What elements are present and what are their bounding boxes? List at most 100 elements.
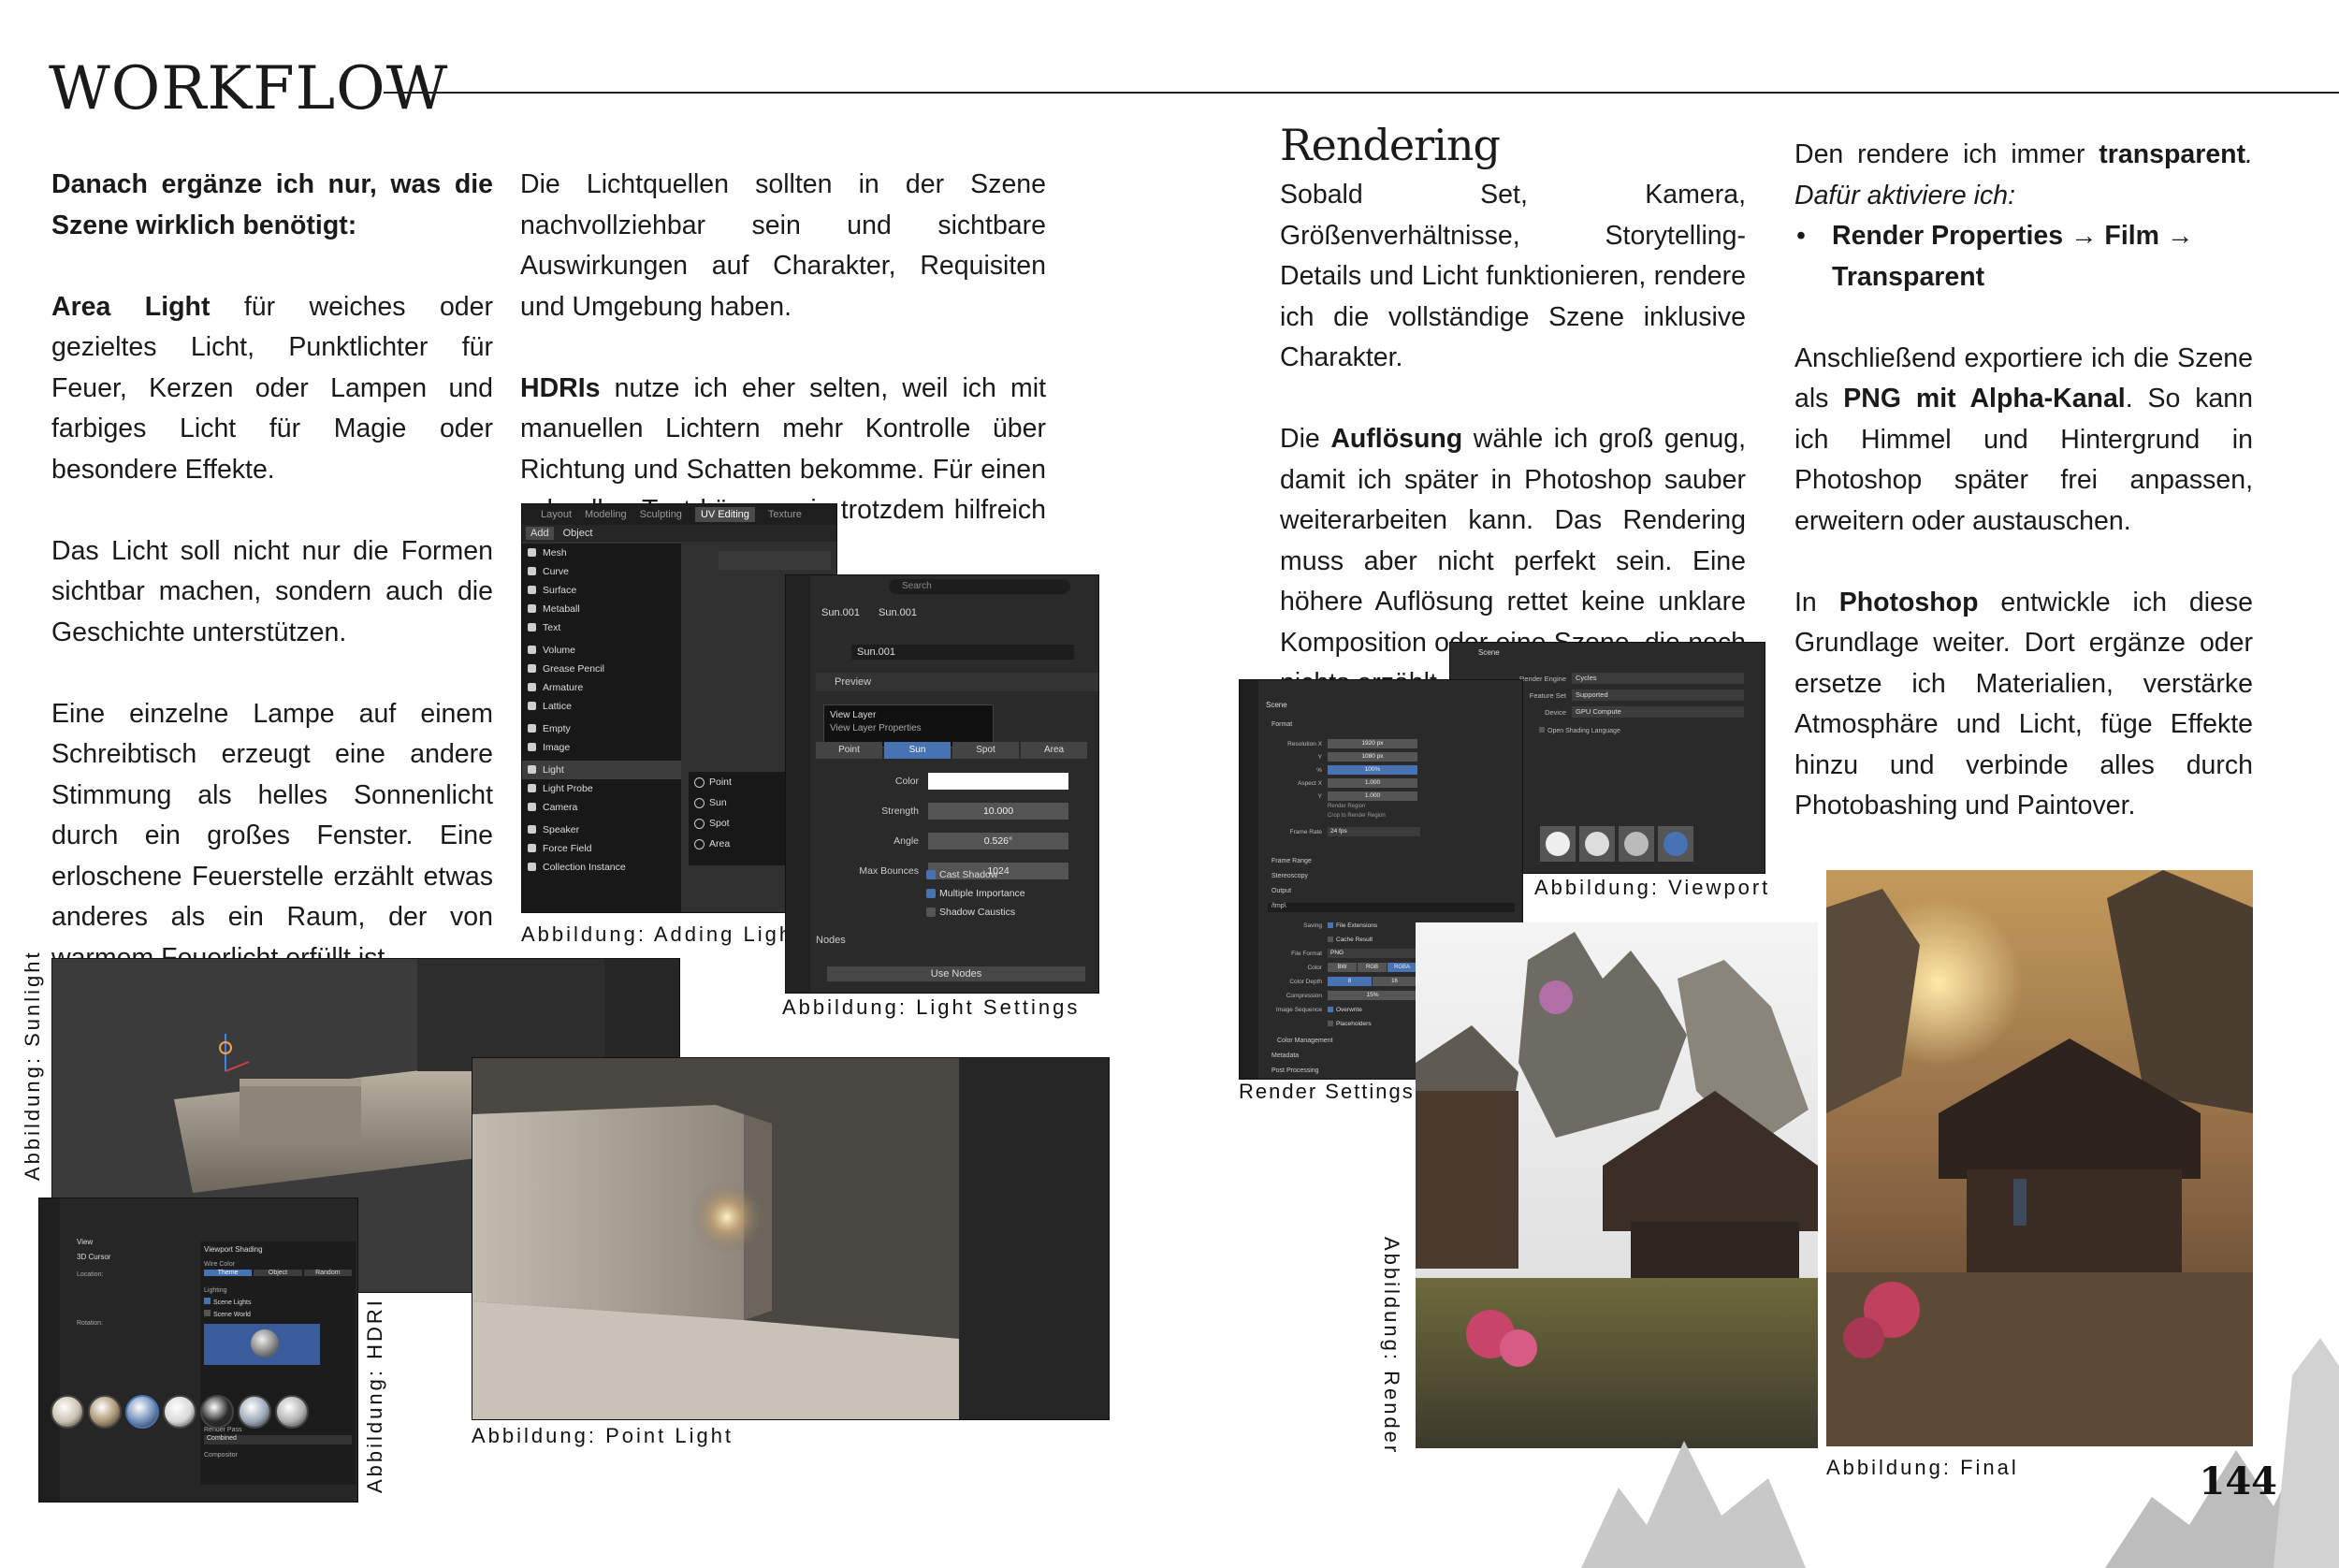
wire-object[interactable]: Object [254, 1270, 302, 1276]
add-menu-item[interactable]: Lattice [522, 697, 681, 716]
compression-slider[interactable]: 15% [1328, 991, 1417, 1000]
post-processing-panel[interactable]: Post Processing [1271, 1067, 1319, 1074]
hdri-preset-ball[interactable] [125, 1395, 159, 1429]
light-submenu-item[interactable]: Sun [689, 792, 792, 813]
output-check[interactable]: Overwrite [1328, 1007, 1362, 1013]
add-menu-item[interactable]: Curve [522, 562, 681, 581]
format-row-value[interactable]: 100% [1328, 765, 1417, 775]
search-input[interactable]: Search [889, 579, 1070, 594]
output-check[interactable]: Placeholders [1328, 1021, 1372, 1027]
format-row-value[interactable]: 1.000 [1328, 791, 1417, 801]
nodes-panel[interactable]: Nodes [816, 935, 846, 946]
output-path[interactable]: /tmp\ [1268, 903, 1515, 912]
light-check-row[interactable]: Cast Shadow [926, 865, 1085, 884]
color-depth-option[interactable]: 8 [1328, 977, 1372, 986]
color-mode-option[interactable]: RGBA [1387, 963, 1416, 972]
tab-texture[interactable]: Texture [768, 509, 802, 520]
format-row-value[interactable]: 1920 px [1328, 739, 1417, 748]
add-menu-item[interactable]: Metaball [522, 600, 681, 618]
stereoscopy-panel[interactable]: Stereoscopy [1271, 873, 1308, 879]
checkbox[interactable] [1328, 1007, 1333, 1012]
output-check-label: Placeholders [1336, 1020, 1372, 1027]
format-panel[interactable]: Format [1271, 721, 1292, 728]
add-menu-item[interactable]: Mesh [522, 544, 681, 562]
hdri-preset-ball[interactable] [200, 1395, 234, 1429]
tab-modeling[interactable]: Modeling [585, 509, 627, 520]
format-check[interactable]: Crop to Render Region [1264, 813, 1517, 822]
light-field-value[interactable]: 0.526° [928, 833, 1068, 849]
color-mode-option[interactable]: RGB [1358, 963, 1387, 972]
engine-row-value[interactable]: Supported [1572, 690, 1744, 701]
color-mode-option[interactable]: BW [1328, 963, 1357, 972]
add-menu-item[interactable]: Speaker [522, 820, 681, 839]
hdri-preset-ball[interactable] [51, 1395, 84, 1429]
add-menu-item[interactable]: Grease Pencil [522, 660, 681, 678]
hdri-preset-ball[interactable] [163, 1395, 196, 1429]
shading-mode-icon[interactable] [1619, 826, 1654, 862]
add-menu-item[interactable]: Camera [522, 798, 681, 817]
checkbox[interactable] [926, 907, 936, 917]
scene-world-check[interactable]: Scene World [200, 1308, 356, 1320]
engine-row-value[interactable]: GPU Compute [1572, 706, 1744, 718]
add-menu-item[interactable]: Volume [522, 641, 681, 660]
add-menu-item[interactable]: Collection Instance [522, 858, 681, 877]
menu-add[interactable]: Add [526, 527, 554, 540]
osl-check[interactable]: Open Shading Language [1539, 727, 1620, 734]
checkbox[interactable] [1328, 936, 1333, 942]
light-submenu-item[interactable]: Point [689, 772, 792, 792]
preview-panel[interactable]: Preview [816, 673, 1098, 691]
shading-mode-icon[interactable] [1658, 826, 1693, 862]
type-area[interactable]: Area [1021, 742, 1087, 759]
tab-sculpting[interactable]: Sculpting [640, 509, 682, 520]
add-menu-item[interactable]: Empty [522, 719, 681, 738]
color-depth-option[interactable]: 16 [1373, 977, 1416, 986]
scene-lights-check[interactable]: Scene Lights [200, 1296, 356, 1308]
output-check[interactable]: File Extensions [1328, 922, 1377, 929]
metadata-panel[interactable]: Metadata [1271, 1053, 1299, 1059]
png-term: PNG mit Alpha-Kanal [1843, 384, 2126, 414]
light-field-value[interactable] [928, 773, 1068, 790]
wire-theme[interactable]: Theme [204, 1270, 253, 1276]
type-sun[interactable]: Sun [884, 742, 951, 759]
checkbox[interactable] [1328, 1021, 1333, 1026]
output-check[interactable]: Cache Result [1328, 936, 1373, 943]
light-submenu-item[interactable]: Area [689, 834, 792, 854]
add-menu-item[interactable]: Text [522, 618, 681, 637]
menu-object[interactable]: Object [563, 528, 593, 539]
engine-row-value[interactable]: Cycles [1572, 673, 1744, 684]
checkbox[interactable] [1328, 922, 1333, 928]
hdri-preset-ball[interactable] [88, 1395, 122, 1429]
format-row-value[interactable]: 1080 px [1328, 752, 1417, 762]
format-check[interactable]: Render Region [1264, 804, 1517, 813]
use-nodes-button[interactable]: Use Nodes [827, 966, 1085, 981]
tab-uv-editing[interactable]: UV Editing [694, 507, 755, 522]
add-menu-item[interactable]: Force Field [522, 839, 681, 858]
light-submenu-item[interactable]: Spot [689, 813, 792, 834]
checkbox[interactable] [926, 889, 936, 898]
type-spot[interactable]: Spot [952, 742, 1019, 759]
output-panel[interactable]: Output [1271, 888, 1291, 894]
shading-mode-icon[interactable] [1540, 826, 1576, 862]
format-row-value[interactable]: 1.000 [1328, 778, 1417, 788]
add-menu-item[interactable]: Armature [522, 678, 681, 697]
datablock-field[interactable]: Sun.001 [851, 645, 1074, 660]
light-check-row[interactable]: Multiple Importance [926, 884, 1085, 903]
tab-layout[interactable]: Layout [541, 509, 572, 520]
add-menu-item[interactable]: Image [522, 738, 681, 757]
frame-range-panel[interactable]: Frame Range [1271, 858, 1312, 864]
light-field-value[interactable]: 10.000 [928, 803, 1068, 820]
color-management-panel[interactable]: Color Management [1277, 1038, 1333, 1044]
hdri-preset-ball[interactable] [238, 1395, 271, 1429]
add-menu-item[interactable]: Light [522, 761, 681, 779]
checkbox[interactable] [926, 870, 936, 879]
hdri-preset-ball[interactable] [275, 1395, 309, 1429]
add-menu-item[interactable]: Light Probe [522, 779, 681, 798]
type-point[interactable]: Point [816, 742, 882, 759]
render-pass-select[interactable]: Combined [204, 1435, 352, 1445]
frame-rate-select[interactable]: 24 fps [1328, 827, 1420, 836]
shading-mode-icon[interactable] [1579, 826, 1615, 862]
file-format-select[interactable]: PNG [1328, 949, 1420, 958]
add-menu-item[interactable]: Surface [522, 581, 681, 600]
light-check-row[interactable]: Shadow Caustics [926, 903, 1085, 922]
wire-random[interactable]: Random [303, 1270, 352, 1276]
